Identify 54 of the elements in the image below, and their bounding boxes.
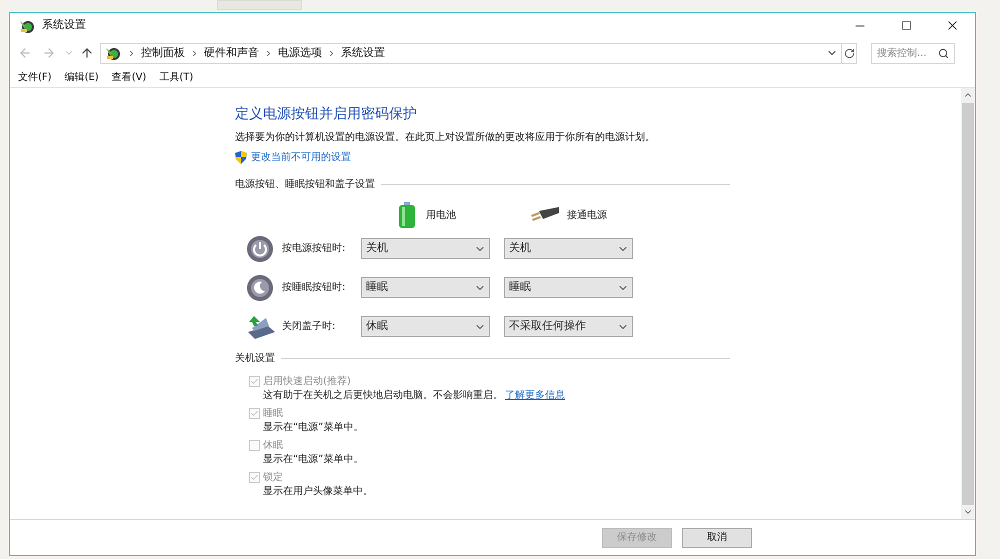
page-description: 选择要为你的计算机设置的电源设置。在此页上对设置所做的更改将应用于你所有的电源计划。 [235, 130, 656, 145]
dropdown[interactable]: 关机 [361, 238, 490, 259]
power-plug-icon [529, 207, 559, 223]
option-description: 显示在用户头像菜单中。 [263, 484, 373, 498]
scrollbar-thumb[interactable] [962, 103, 974, 505]
search-icon [938, 48, 949, 58]
menu-item[interactable]: 文件(F) [18, 70, 52, 85]
search-field[interactable]: 搜索控制... [871, 42, 955, 64]
maximize-icon[interactable] [900, 20, 912, 31]
menu-item[interactable]: 工具(T) [159, 70, 194, 85]
checkbox-label: 休眠 [263, 438, 283, 452]
breadcrumb[interactable]: 系统设置 [341, 44, 385, 62]
scrollbar[interactable] [961, 88, 975, 519]
menu-item[interactable]: 查看(V) [112, 70, 146, 85]
sleep-button-icon [246, 274, 274, 302]
laptop-icon [246, 314, 276, 340]
dropdown[interactable]: 不采取任何操作 [504, 316, 633, 337]
battery-icon [398, 202, 416, 228]
checkbox-label: 睡眠 [263, 406, 283, 420]
dropdown[interactable]: 睡眠 [504, 277, 633, 298]
power-button-icon [246, 234, 274, 262]
forward-button[interactable] [42, 46, 56, 60]
shield-icon [235, 151, 247, 164]
setting-label: 按电源按钮时: [282, 242, 346, 256]
checkbox-label: 锁定 [263, 470, 283, 484]
dropdown[interactable]: 睡眠 [361, 277, 490, 298]
group-title: 电源按钮、睡眠按钮和盖子设置 [235, 178, 375, 192]
breadcrumb[interactable]: 电源选项 [278, 44, 322, 62]
breadcrumb[interactable]: 硬件和声音 [204, 44, 259, 62]
dropdown[interactable]: 休眠 [361, 316, 490, 337]
menu-item[interactable]: 编辑(E) [64, 70, 99, 85]
back-button[interactable] [18, 46, 32, 60]
up-button[interactable] [80, 46, 94, 60]
window-title: 系统设置 [42, 17, 86, 34]
breadcrumb-separator-icon [327, 48, 336, 58]
option-description: 显示在“电源”菜单中。 [263, 452, 364, 466]
page-heading: 定义电源按钮并启用密码保护 [235, 105, 418, 124]
setting-label: 关闭盖子时: [282, 320, 336, 334]
admin-settings-link[interactable]: 更改当前不可用的设置 [251, 150, 351, 165]
refresh-icon[interactable] [844, 48, 854, 58]
breadcrumb[interactable]: 控制面板 [141, 44, 185, 62]
breadcrumb-separator-icon [190, 48, 199, 58]
breadcrumb-separator-icon [127, 48, 136, 58]
breadcrumb-separator-icon [264, 48, 273, 58]
group-title: 关机设置 [235, 352, 275, 366]
checkbox-label: 启用快速启动(推荐) [263, 374, 351, 388]
setting-label: 按睡眠按钮时: [282, 280, 346, 295]
column-header: 用电池 [426, 208, 456, 222]
dropdown[interactable]: 关机 [504, 238, 633, 259]
dialog-button[interactable]: 取消 [682, 528, 752, 548]
option-description: 这有助于在关机之后更快地启动电脑。不会影响重启。 [263, 388, 503, 402]
column-header: 接通电源 [567, 208, 607, 222]
option-description: 显示在“电源”菜单中。 [263, 420, 364, 434]
address-bar[interactable]: 控制面板 硬件和声音 电源选项 系统设置 [100, 42, 857, 64]
